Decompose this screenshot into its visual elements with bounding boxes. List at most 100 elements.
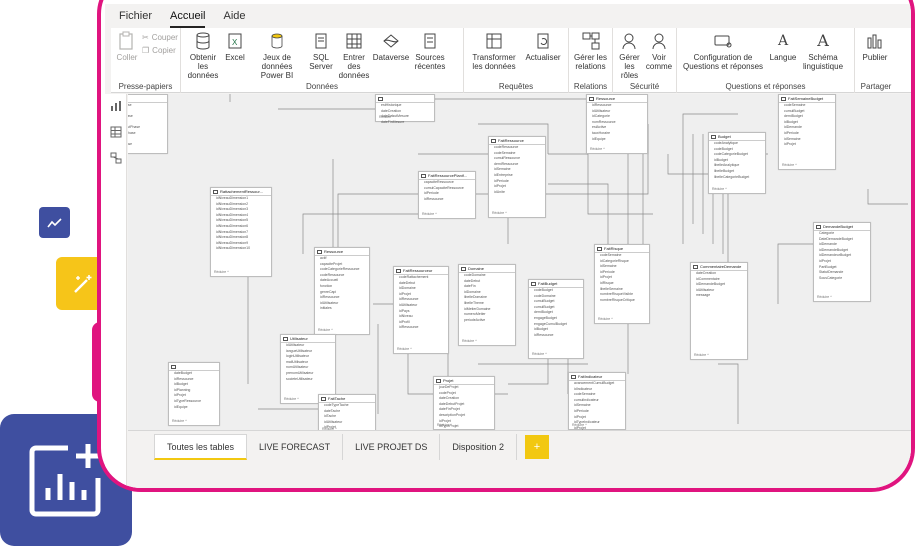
tab-disposition-2[interactable]: Disposition 2 (440, 434, 517, 460)
model-table[interactable]: FaitTache codeTypeTache dateTache idTache id… (318, 394, 376, 430)
collapse-link[interactable]: Réduire ^ (214, 270, 229, 274)
model-table[interactable]: CommentaireDemande dateCreation idCommenta… (690, 262, 748, 360)
add-layout-button[interactable]: + (524, 435, 549, 459)
table-header[interactable]: Ressource (315, 248, 369, 256)
dataverse-button[interactable]: Dataverse (373, 30, 409, 62)
model-table[interactable]: FaitRessourceur codeRattachement dateDebut… (393, 266, 449, 354)
table-header[interactable]: Projet (434, 377, 494, 385)
table-header[interactable] (128, 95, 167, 103)
model-table[interactable]: estHistorique dateCreation dateDebutMesure… (375, 94, 435, 124)
collapse-link[interactable]: Réduire ^ (712, 187, 727, 191)
table-header[interactable]: DemandeBudget (814, 223, 870, 231)
linguistic-schema-button[interactable]: A Schéma linguistique (800, 30, 846, 71)
table-field[interactable]: SousCategorie (814, 276, 870, 282)
table-header[interactable]: FaitTache (319, 395, 375, 403)
table-field[interactable]: idEquipe (169, 405, 219, 411)
model-table[interactable]: codePhaseidPhaselibellePhaseidProjetdate… (128, 94, 168, 154)
model-table[interactable]: Budget codeAnalytique codeBudget codeCatego… (708, 132, 766, 194)
table-field[interactable]: idRessource (529, 333, 583, 339)
collapse-link[interactable]: Réduire ^ (318, 328, 333, 332)
collapse-link[interactable]: Réduire ^ (379, 115, 394, 119)
table-field[interactable]: libelleCategorieBudget (709, 175, 765, 181)
table-header[interactable]: Ressource (587, 95, 647, 103)
collapse-link[interactable]: Réduire ^ (437, 423, 452, 427)
tab-live-projet-ds[interactable]: LIVE PROJET DS (343, 434, 441, 460)
manage-relationships-button[interactable]: Gérer les relations (572, 30, 609, 71)
collapse-link[interactable]: Réduire ^ (782, 163, 797, 167)
table-header[interactable]: FaitRisque (595, 245, 649, 253)
menu-aide[interactable]: Aide (223, 10, 245, 28)
table-header[interactable]: Utilisateur (281, 335, 335, 343)
table-header[interactable]: RattachementRessour... (211, 188, 271, 196)
model-table[interactable]: FaitRessourcePlanif... capaciteRessource c… (418, 171, 476, 219)
table-header[interactable]: FaitRessourcePlanif... (419, 172, 475, 180)
table-header[interactable]: FaitBudget (529, 280, 583, 288)
table-header[interactable]: Budget (709, 133, 765, 141)
table-field[interactable]: nombreRisqueCritique (595, 298, 649, 304)
table-field[interactable]: idProjet (779, 142, 835, 148)
table-field[interactable]: idRessource (394, 325, 448, 331)
report-view-icon[interactable] (110, 100, 122, 112)
collapse-link[interactable]: Réduire ^ (598, 317, 613, 321)
collapse-link[interactable]: Réduire ^ (284, 397, 299, 401)
table-field[interactable]: societeUtilisateur (281, 377, 335, 383)
table-field[interactable]: ordrePhase (128, 142, 167, 148)
collapse-link[interactable]: Réduire ^ (572, 423, 587, 427)
table-header[interactable]: CommentaireDemande (691, 263, 747, 271)
model-table[interactable]: FaitSemaineBudget codeSemaine cumulBudget d… (778, 94, 836, 170)
collapse-link[interactable]: Réduire ^ (462, 339, 477, 343)
model-table[interactable]: FaitRisque codeSemaine idCategorieRisque id… (594, 244, 650, 324)
collapse-link[interactable]: Réduire ^ (590, 147, 605, 151)
table-field[interactable]: idUnite (489, 190, 545, 196)
table-field[interactable]: idRessource (419, 197, 475, 203)
manage-roles-button[interactable]: Gérer les rôles (616, 30, 643, 81)
copy-button[interactable]: ❐ Copier (142, 46, 178, 55)
table-header[interactable]: FaitRessource (489, 137, 545, 145)
paste-button[interactable]: Coller (114, 30, 140, 62)
recent-sources-button[interactable]: Sources récentes (410, 30, 450, 71)
enter-data-button[interactable]: Entrer des données (336, 30, 372, 81)
model-table[interactable]: RattachementRessour... idNiveauDimension1… (210, 187, 272, 277)
table-header[interactable] (376, 95, 434, 103)
get-data-button[interactable]: Obtenir les données (184, 30, 222, 81)
table-header[interactable]: FaitIndicateur (569, 373, 625, 381)
power-bi-datasets-button[interactable]: Jeux de données Power BI (248, 30, 306, 81)
collapse-link[interactable]: Réduire ^ (422, 212, 437, 216)
table-header[interactable] (169, 363, 219, 371)
refresh-button[interactable]: Actualiser (523, 30, 563, 62)
menu-fichier[interactable]: Fichier (119, 10, 152, 28)
sql-server-button[interactable]: SQL Server (308, 30, 334, 71)
collapse-link[interactable]: Réduire ^ (397, 347, 412, 351)
model-table[interactable]: FaitBudget codeBudget codeDomaine cumulBudg… (528, 279, 584, 359)
table-header[interactable]: FaitRessourceur (394, 267, 448, 275)
table-field[interactable]: dateFinMesure (376, 120, 434, 126)
model-canvas[interactable]: estHistorique dateCreation dateDebutMesure… (128, 94, 911, 430)
table-field[interactable]: periodeActive (459, 318, 515, 324)
view-as-button[interactable]: Voir comme (645, 30, 673, 71)
menu-accueil[interactable]: Accueil (170, 10, 206, 28)
cut-button[interactable]: ✂ Couper (142, 33, 178, 42)
model-table[interactable]: FaitIndicateur avancementCumulBudget idInd… (568, 372, 626, 430)
publish-button[interactable]: Publier (858, 30, 892, 62)
model-table[interactable]: Ressource actif capaciteProjet codeCategori… (314, 247, 370, 335)
transform-data-button[interactable]: Transformer les données (467, 30, 521, 71)
collapse-link[interactable]: Réduire ^ (694, 353, 709, 357)
excel-button[interactable]: X Excel (224, 30, 246, 62)
collapse-link[interactable]: Réduire ^ (532, 352, 547, 356)
model-table[interactable]: Domaine codeDomaine dateDebut dateFin idDoma… (458, 264, 516, 346)
table-header[interactable]: Domaine (459, 265, 515, 273)
model-table[interactable]: FaitRessource codeRessource codeSemaine cum… (488, 136, 546, 218)
model-view-icon[interactable] (110, 152, 122, 164)
tab-all-tables[interactable]: Toutes les tables (154, 434, 248, 460)
language-button[interactable]: A Langue (768, 30, 798, 62)
model-table[interactable]: Projet jourDeProjet codeProjet dateCreation… (433, 376, 495, 430)
table-field[interactable]: idNiveauDimension10 (211, 246, 271, 252)
model-table[interactable]: dateBudget idRessource idBudget idPlanning i… (168, 362, 220, 426)
tab-live-forecast[interactable]: LIVE FORECAST (247, 434, 344, 460)
collapse-link[interactable]: Réduire ^ (817, 295, 832, 299)
table-header[interactable]: FaitSemaineBudget (779, 95, 835, 103)
table-field[interactable]: message (691, 293, 747, 299)
collapse-link[interactable]: Réduire ^ (172, 419, 187, 423)
qna-setup-button[interactable]: Configuration de Questions et réponses (680, 30, 766, 71)
data-view-icon[interactable] (110, 126, 122, 138)
